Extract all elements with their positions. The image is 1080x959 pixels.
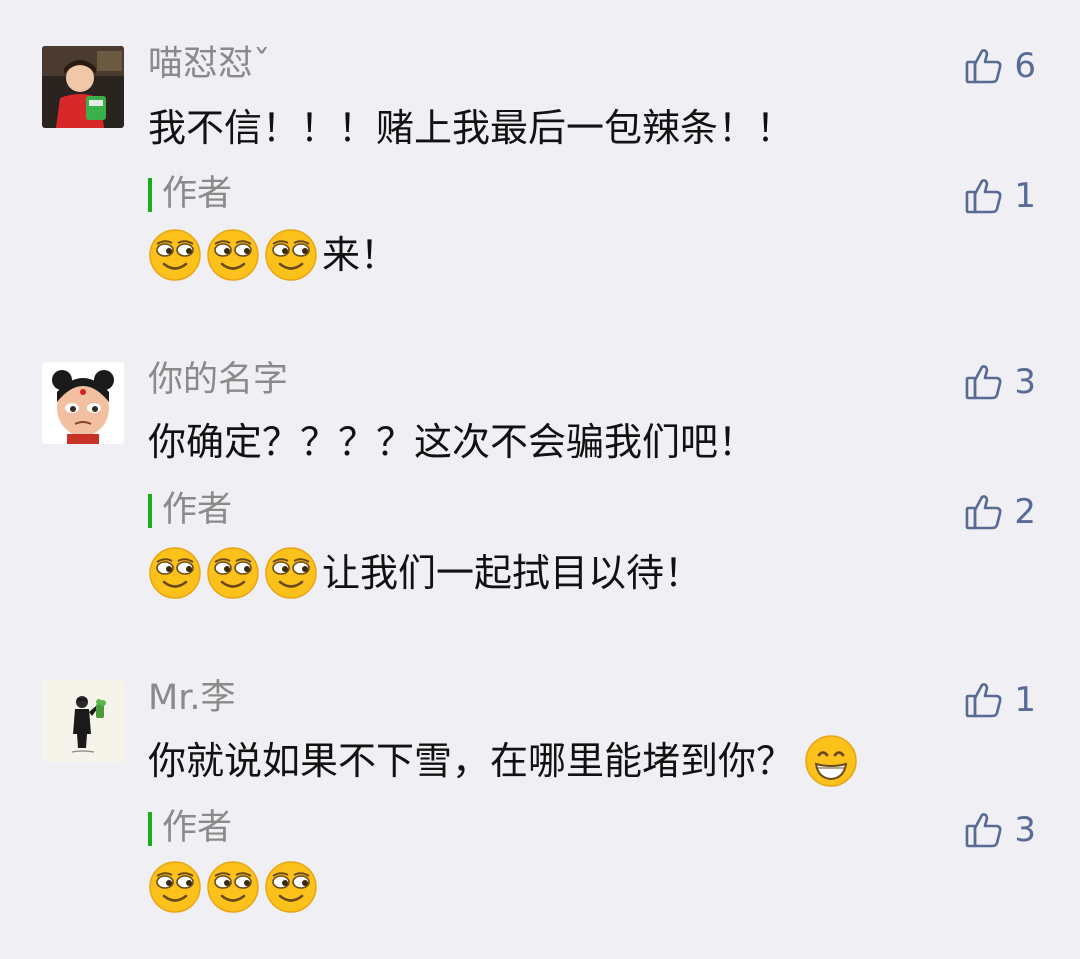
thumbs-up-icon [964, 362, 1014, 402]
author-reply-bar [148, 812, 152, 846]
smirk-face-emoji [148, 546, 202, 600]
comment-nickname[interactable]: 你的名字 [148, 358, 288, 402]
thumbs-up-icon [964, 492, 1014, 532]
author-reply-content: 让我们一起拭目以待！ [322, 551, 703, 595]
smirk-face-emoji [264, 860, 318, 914]
author-label: 作者 [162, 808, 233, 848]
smirk-face-emoji [264, 228, 318, 282]
comment-text: 我不信！！！赌上我最后一包辣条！！ [148, 106, 795, 150]
comment-text: 你就说如果不下雪，在哪里能堵到你？ [148, 734, 862, 788]
author-label: 作者 [162, 490, 233, 530]
smirk-face-emoji [206, 546, 260, 600]
smirk-face-emoji [148, 228, 202, 282]
like-count: 1 [1014, 680, 1036, 720]
avatar[interactable] [42, 362, 124, 444]
grin-face-emoji [804, 734, 858, 788]
like-button[interactable]: 1 [964, 174, 1036, 218]
like-count: 3 [1014, 362, 1036, 402]
comment-text-content: 你就说如果不下雪，在哪里能堵到你？ [148, 739, 795, 783]
smirk-face-emoji [148, 860, 202, 914]
smirk-face-emoji [264, 546, 318, 600]
thumbs-up-icon [964, 176, 1014, 216]
author-label: 作者 [162, 174, 233, 214]
smirk-face-emoji [206, 228, 260, 282]
comment-nickname[interactable]: 喵怼怼ˇ [148, 42, 271, 86]
smirk-face-emoji [206, 860, 260, 914]
author-reply-text: 让我们一起拭目以待！ [148, 546, 702, 600]
like-count: 3 [1014, 810, 1036, 850]
author-reply-text: 来！ [148, 228, 398, 282]
like-button[interactable]: 2 [964, 490, 1036, 534]
like-button[interactable]: 3 [964, 808, 1036, 852]
comment-text: 你确定？？？？这次不会骗我们吧！ [148, 420, 757, 464]
like-button[interactable]: 3 [964, 360, 1036, 404]
author-reply-text [148, 860, 322, 914]
thumbs-up-icon [964, 46, 1014, 86]
author-reply-bar [148, 178, 152, 212]
like-count: 2 [1014, 492, 1036, 532]
author-reply-content: 来！ [322, 233, 399, 277]
comment-nickname[interactable]: Mr.李 [148, 676, 236, 720]
thumbs-up-icon [964, 810, 1014, 850]
like-count: 1 [1014, 176, 1036, 216]
like-button[interactable]: 6 [964, 44, 1036, 88]
avatar[interactable] [42, 46, 124, 128]
author-reply-bar [148, 494, 152, 528]
like-button[interactable]: 1 [964, 678, 1036, 722]
thumbs-up-icon [964, 680, 1014, 720]
avatar[interactable] [42, 680, 124, 762]
like-count: 6 [1014, 46, 1036, 86]
